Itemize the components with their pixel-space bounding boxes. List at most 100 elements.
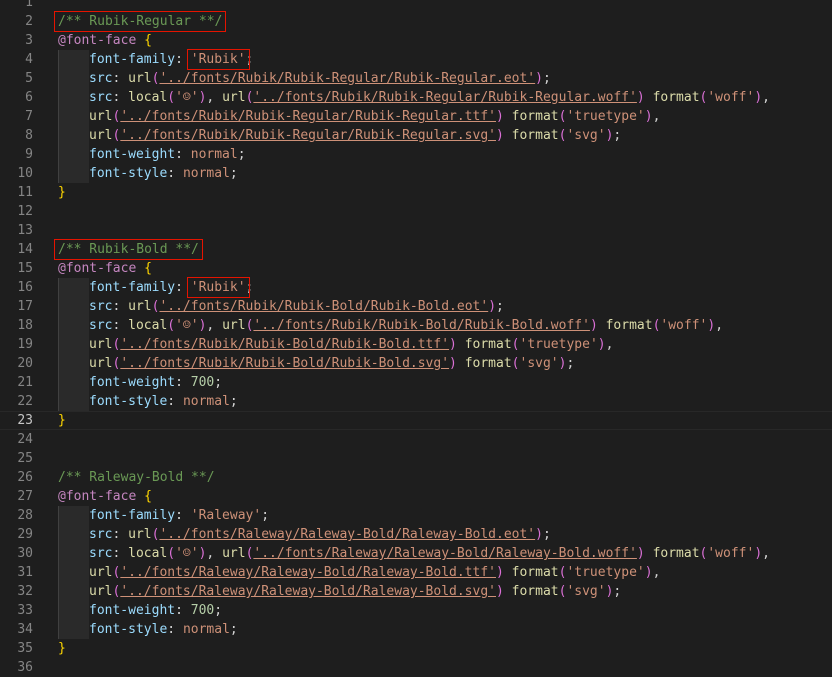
- punctuation: :: [175, 147, 191, 162]
- css-function: url: [222, 90, 246, 105]
- code-line[interactable]: 28 font-family: 'Raleway';: [0, 506, 832, 525]
- paren: ): [707, 318, 716, 333]
- brace: }: [58, 413, 66, 428]
- line-number: 30: [17, 546, 33, 561]
- brace: }: [58, 185, 66, 200]
- url-path: '../fonts/Rubik/Rubik-Bold/Rubik-Bold.wo…: [253, 318, 590, 333]
- code-line[interactable]: 36: [0, 658, 832, 677]
- code-line[interactable]: 13: [0, 221, 832, 240]
- punctuation: ;: [229, 394, 238, 409]
- code-line[interactable]: 34 font-style: normal;: [0, 620, 832, 639]
- code-line[interactable]: 15 @font-face {: [0, 259, 832, 278]
- line-number: 20: [17, 356, 33, 371]
- code-line[interactable]: 17 src: url('../fonts/Rubik/Rubik-Bold/Ru…: [0, 297, 832, 316]
- code-line[interactable]: 29 src: url('../fonts/Raleway/Raleway-Bol…: [0, 525, 832, 544]
- paren: ): [449, 356, 457, 371]
- css-property: src: [89, 90, 113, 105]
- url-path: '../fonts/Raleway/Raleway-Bold/Raleway-B…: [253, 546, 637, 561]
- code-line[interactable]: 14 /** Rubik-Bold **/: [0, 240, 832, 259]
- punctuation: ;: [261, 508, 270, 523]
- css-property: font-weight: [89, 147, 176, 162]
- string-value: 'truetype': [566, 109, 645, 124]
- punctuation: ;: [214, 375, 223, 390]
- punctuation: :: [112, 71, 129, 86]
- code-line[interactable]: 18 src: local('☺'), url('../fonts/Rubik/R…: [0, 316, 832, 335]
- code-line[interactable]: 2 /** Rubik-Regular **/: [0, 12, 832, 31]
- punctuation: [645, 546, 653, 561]
- line-number: 18: [17, 318, 33, 333]
- code-line[interactable]: 31 url('../fonts/Raleway/Raleway-Bold/Ral…: [0, 563, 832, 582]
- punctuation: ;: [613, 128, 622, 143]
- url-path: '../fonts/Rubik/Rubik-Bold/Rubik-Bold.eo…: [159, 299, 489, 314]
- punctuation: [598, 318, 606, 333]
- css-function: format: [511, 565, 559, 580]
- string-value: 'truetype': [566, 565, 645, 580]
- css-property: src: [89, 546, 113, 561]
- code-line[interactable]: 8 url('../fonts/Rubik/Rubik-Regular/Rubik…: [0, 126, 832, 145]
- code-text: url('../fonts/Rubik/Rubik-Regular/Rubik-…: [58, 126, 621, 145]
- code-line[interactable]: 9 font-weight: normal;: [0, 145, 832, 164]
- punctuation: :: [112, 527, 129, 542]
- code-text: font-family: 'Rubik';: [58, 50, 253, 69]
- url-path: '../fonts/Rubik/Rubik-Bold/Rubik-Bold.tt…: [120, 337, 450, 352]
- code-line[interactable]: 10 font-style: normal;: [0, 164, 832, 183]
- string-value: 'truetype': [519, 337, 598, 352]
- code-line[interactable]: 5 src: url('../fonts/Rubik/Rubik-Regular/…: [0, 69, 832, 88]
- code-line[interactable]: 16 font-family: 'Rubik';: [0, 278, 832, 297]
- line-number: 10: [17, 166, 33, 181]
- code-line[interactable]: 4 font-family: 'Rubik';: [0, 50, 832, 69]
- line-number: 13: [17, 223, 33, 238]
- code-line[interactable]: 26 /** Raleway-Bold **/: [0, 468, 832, 487]
- punctuation: ;: [566, 356, 575, 371]
- paren: ): [597, 337, 606, 352]
- css-function: url: [128, 71, 152, 86]
- code-editor[interactable]: 1 2/** Rubik-Regular **/3 @font-face {4 fon…: [0, 0, 832, 677]
- code-text: url ('../fonts/Rubik/Rubik-Bold/Rubik-Bol…: [58, 354, 574, 373]
- code-line[interactable]: 30 src: local('☺'), url('../fonts/Raleway…: [0, 544, 832, 563]
- code-line[interactable]: 22 font-style: normal;: [0, 392, 832, 411]
- code-line[interactable]: 3 @font-face {: [0, 31, 832, 50]
- paren: (: [167, 90, 176, 105]
- paren: (: [511, 337, 520, 352]
- code-line[interactable]: 24: [0, 430, 832, 449]
- punctuation: ;: [542, 71, 551, 86]
- string-value: normal: [182, 394, 230, 409]
- code-line[interactable]: 27 @font-face {: [0, 487, 832, 506]
- code-comment: /** Raleway-Bold **/: [58, 470, 215, 485]
- code-line[interactable]: 25: [0, 449, 832, 468]
- paren: ): [589, 318, 598, 333]
- code-text: @font-face {: [58, 259, 152, 278]
- code-line[interactable]: 19 url ('../fonts/Rubik/Rubik-Bold/Rubik-B…: [0, 335, 832, 354]
- css-function: url: [89, 128, 113, 143]
- code-line[interactable]: 21 font-weight: 700;: [0, 373, 832, 392]
- punctuation: ,: [762, 90, 770, 105]
- code-line[interactable]: 23}: [0, 411, 832, 430]
- code-line[interactable]: 1: [0, 0, 832, 12]
- punctuation: :: [175, 603, 191, 618]
- punctuation: :: [112, 299, 129, 314]
- paren: ): [754, 90, 763, 105]
- code-line[interactable]: 7 url('../fonts/Rubik/Rubik-Regular/Rubik…: [0, 107, 832, 126]
- css-property: font-style: [89, 394, 168, 409]
- url-path: '../fonts/Rubik/Rubik-Regular/Rubik-Regu…: [120, 128, 496, 143]
- code-text: }: [58, 639, 66, 658]
- code-line[interactable]: 32 url('../fonts/Raleway/Raleway-Bold/Ral…: [0, 582, 832, 601]
- code-line[interactable]: 6 src: local('☺'), url('../fonts/Rubik/Ru…: [0, 88, 832, 107]
- punctuation: [457, 356, 465, 371]
- code-comment: /** Rubik-Bold **/: [58, 242, 199, 257]
- code-text: url ('../fonts/Rubik/Rubik-Bold/Rubik-Bol…: [58, 335, 613, 354]
- code-line[interactable]: 33 font-weight: 700;: [0, 601, 832, 620]
- code-text: src: url('../fonts/Rubik/Rubik-Bold/Rubi…: [58, 297, 504, 316]
- punctuation: ,: [715, 318, 724, 333]
- string-value: normal: [182, 622, 230, 637]
- code-line[interactable]: 11}: [0, 183, 832, 202]
- code-line[interactable]: 12: [0, 202, 832, 221]
- at-rule-keyword: @font-face: [58, 261, 137, 276]
- brace: {: [144, 261, 152, 276]
- brace: {: [144, 489, 152, 504]
- code-line[interactable]: 20 url ('../fonts/Rubik/Rubik-Bold/Rubik-B…: [0, 354, 832, 373]
- code-text: font-weight: normal;: [58, 145, 246, 164]
- string-value: 'svg': [566, 584, 606, 599]
- code-line[interactable]: 35}: [0, 639, 832, 658]
- code-text: font-style: normal;: [58, 620, 238, 639]
